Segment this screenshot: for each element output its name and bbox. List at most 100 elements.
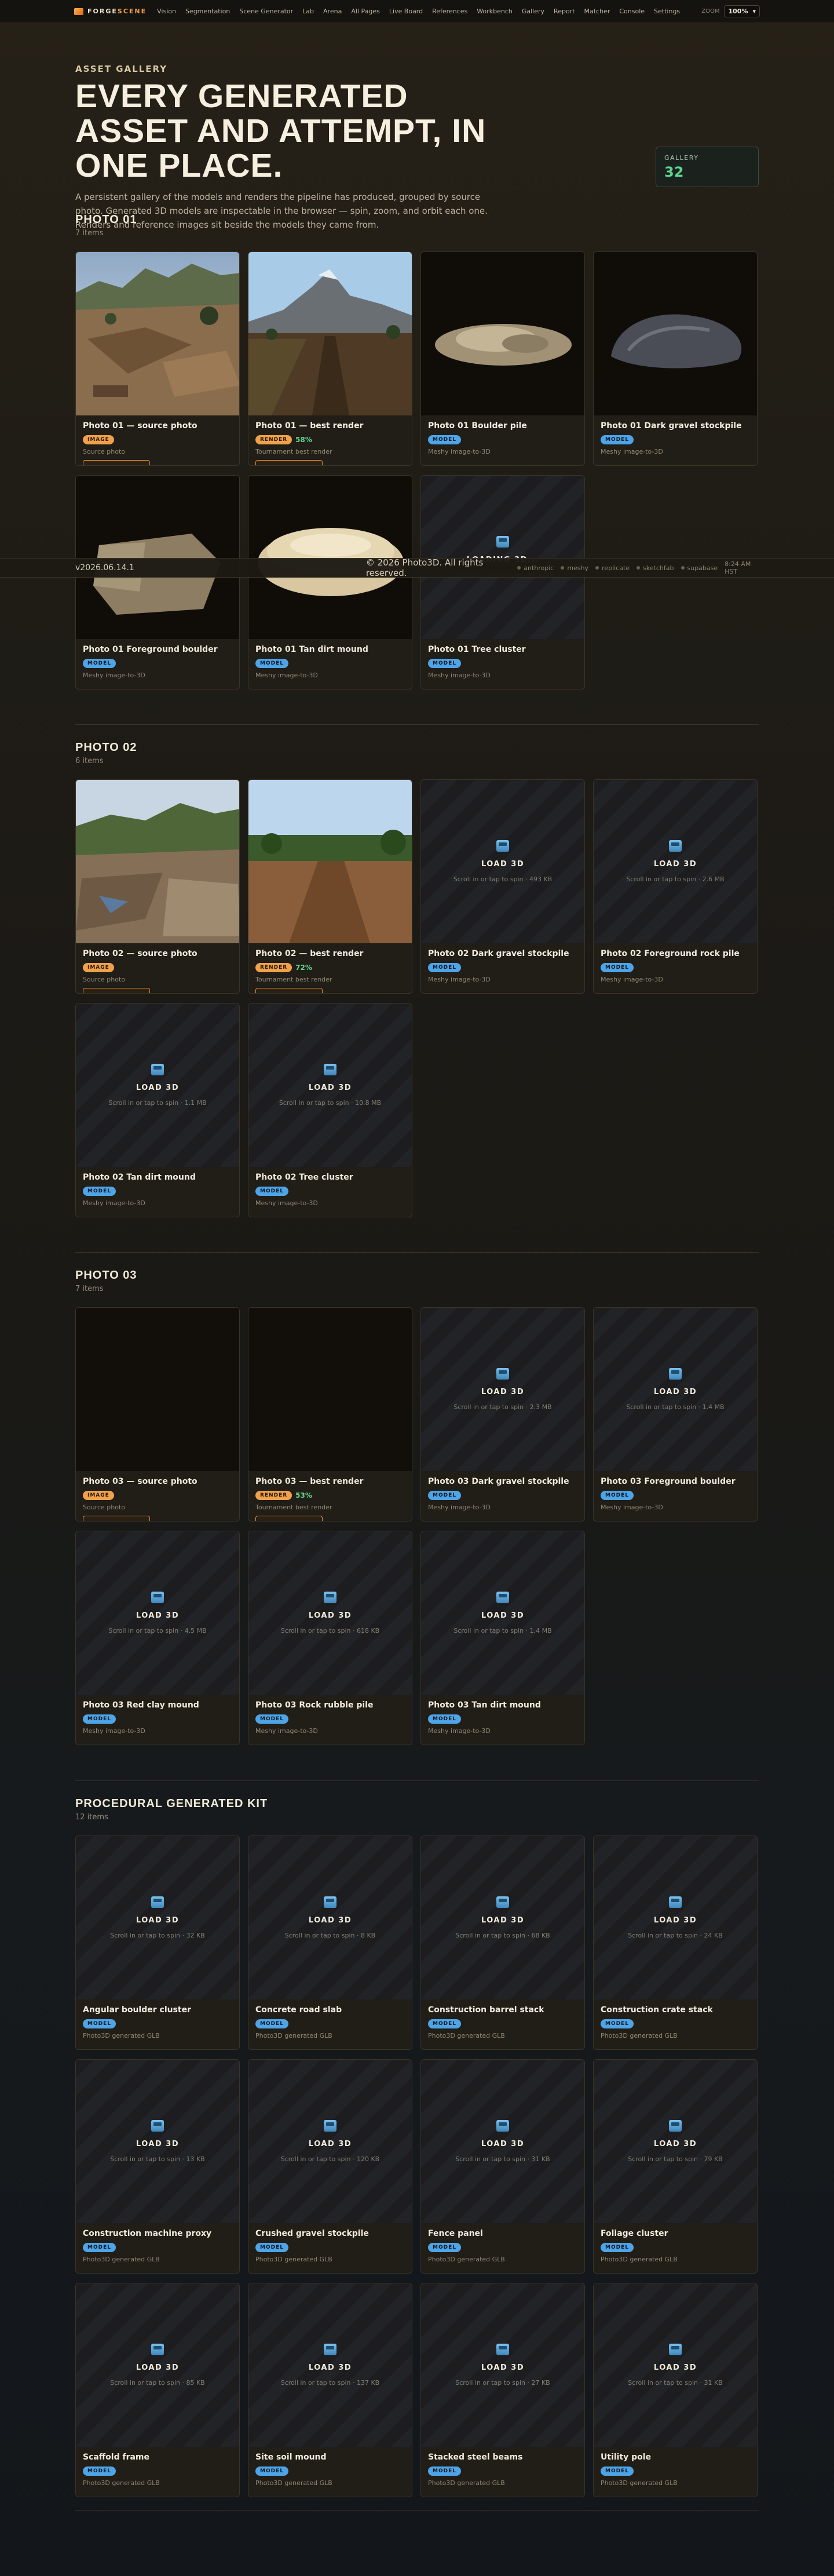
gallery-card[interactable]: LOAD 3D Scroll in or tap to spin · 13 KB… [75,2059,240,2274]
footer-link-meshy[interactable]: meshy [561,564,588,572]
nav-link-lab[interactable]: Lab [298,8,319,15]
model-viewer[interactable]: LOAD 3D Scroll in or tap to spin · 85 KB [76,2283,239,2447]
gallery-card[interactable]: Photo 01 — best render RENDER 58% Tourna… [248,251,412,466]
gallery-card[interactable]: LOAD 3D Scroll in or tap to spin · 27 KB… [420,2283,585,2497]
load-3d-label[interactable]: LOAD 3D [481,860,524,869]
model-viewer[interactable]: LOAD 3D Scroll in or tap to spin · 31 KB [421,2060,584,2223]
load-3d-label[interactable]: LOAD 3D [309,2140,352,2148]
gallery-card[interactable]: Photo 01 — source photo IMAGE Source pho… [75,251,240,466]
load-3d-label[interactable]: LOAD 3D [309,1083,352,1092]
model-viewer[interactable]: LOAD 3D Scroll in or tap to spin · 493 K… [421,780,584,943]
load-3d-label[interactable]: LOAD 3D [654,2363,697,2372]
gallery-card[interactable]: LOAD 3D Scroll in or tap to spin · 618 K… [248,1531,412,1745]
card-thumbnail[interactable] [421,252,584,415]
load-3d-label[interactable]: LOAD 3D [136,1083,179,1092]
model-viewer[interactable]: LOAD 3D Scroll in or tap to spin · 79 KB [594,2060,757,2223]
zoom-select[interactable]: 100% ▾ [724,5,760,17]
footer-link-anthropic[interactable]: anthropic [517,564,554,572]
model-viewer[interactable]: LOAD 3D Scroll in or tap to spin · 1.4 M… [594,1308,757,1471]
footer-link-supabase[interactable]: supabase [681,564,718,572]
gallery-card[interactable]: Photo 03 — best render RENDER 53% Tourna… [248,1307,412,1521]
gallery-card[interactable]: LOAD 3D Scroll in or tap to spin · 85 KB… [75,2283,240,2497]
load-3d-label[interactable]: LOAD 3D [309,1611,352,1620]
load-3d-label[interactable]: LOAD 3D [136,2363,179,2372]
gallery-card[interactable]: Photo 02 — best render RENDER 72% Tourna… [248,779,412,994]
gallery-card[interactable]: LOAD 3D Scroll in or tap to spin · 4.5 M… [75,1531,240,1745]
load-3d-label[interactable]: LOAD 3D [481,2363,524,2372]
gallery-card[interactable]: LOAD 3D Scroll in or tap to spin · 120 K… [248,2059,412,2274]
gallery-card[interactable]: LOAD 3D Scroll in or tap to spin · 1.1 M… [75,1003,240,1217]
gallery-card[interactable]: LOAD 3D Scroll in or tap to spin · 8 KB … [248,1836,412,2050]
gallery-card[interactable]: LOAD 3D Scroll in or tap to spin · 31 KB… [593,2283,758,2497]
model-viewer[interactable]: LOAD 3D Scroll in or tap to spin · 4.5 M… [76,1531,239,1695]
card-thumbnail[interactable] [76,1308,239,1471]
model-viewer[interactable]: LOAD 3D Scroll in or tap to spin · 8 KB [248,1836,412,1999]
nav-link-gallery[interactable]: Gallery [517,8,549,15]
model-viewer[interactable]: LOAD 3D Scroll in or tap to spin · 1.1 M… [76,1004,239,1167]
gallery-card[interactable]: LOAD 3D Scroll in or tap to spin · 10.8 … [248,1003,412,1217]
nav-link-references[interactable]: References [427,8,472,15]
footer-link-sketchfab[interactable]: sketchfab [637,564,674,572]
model-viewer[interactable]: LOAD 3D Scroll in or tap to spin · 24 KB [594,1836,757,1999]
model-viewer[interactable]: LOAD 3D Scroll in or tap to spin · 68 KB [421,1836,584,1999]
card-thumbnail[interactable] [76,476,239,639]
card-thumbnail[interactable] [248,780,412,943]
gallery-card[interactable]: LOAD 3D Scroll in or tap to spin · 24 KB… [593,1836,758,2050]
nav-link-arena[interactable]: Arena [319,8,346,15]
gallery-card[interactable]: Photo 03 — source photo IMAGE Source pho… [75,1307,240,1521]
nav-link-workbench[interactable]: Workbench [472,8,517,15]
load-3d-label[interactable]: LOAD 3D [136,2140,179,2148]
convert-to-3d-button[interactable]: Convert to 3D [255,460,323,465]
gallery-card[interactable]: Photo 01 Foreground boulder MODEL Meshy … [75,475,240,689]
gallery-card[interactable]: LOAD 3D Scroll in or tap to spin · 32 KB… [75,1836,240,2050]
convert-to-3d-button[interactable]: Convert to 3D [83,460,150,465]
convert-to-3d-button[interactable]: Convert to 3D [83,988,150,993]
load-3d-label[interactable]: LOAD 3D [481,1611,524,1620]
load-3d-label[interactable]: LOAD 3D [654,860,697,869]
gallery-card[interactable]: Photo 01 Boulder pile MODEL Meshy image-… [420,251,585,466]
load-3d-label[interactable]: LOAD 3D [654,1916,697,1925]
load-3d-label[interactable]: LOAD 3D [654,2140,697,2148]
gallery-card[interactable]: Photo 01 Dark gravel stockpile MODEL Mes… [593,251,758,466]
nav-link-matcher[interactable]: Matcher [580,8,615,15]
nav-link-scene-generator[interactable]: Scene Generator [235,8,298,15]
gallery-card[interactable]: LOAD 3D Scroll in or tap to spin · 68 KB… [420,1836,585,2050]
load-3d-label[interactable]: LOAD 3D [481,1916,524,1925]
nav-link-vision[interactable]: Vision [152,8,181,15]
gallery-card[interactable]: LOAD 3D Scroll in or tap to spin · 1.4 M… [420,1531,585,1745]
gallery-card[interactable]: LOAD 3D Scroll in or tap to spin · 493 K… [420,779,585,994]
model-viewer[interactable]: LOAD 3D Scroll in or tap to spin · 2.6 M… [594,780,757,943]
nav-link-live-board[interactable]: Live Board [385,8,427,15]
model-viewer[interactable]: LOAD 3D Scroll in or tap to spin · 2.3 M… [421,1308,584,1471]
footer-link-replicate[interactable]: replicate [595,564,630,572]
model-viewer[interactable]: LOAD 3D Scroll in or tap to spin · 13 KB [76,2060,239,2223]
load-3d-label[interactable]: LOAD 3D [309,2363,352,2372]
gallery-card[interactable]: LOAD 3D Scroll in or tap to spin · 79 KB… [593,2059,758,2274]
gallery-card[interactable]: Photo 01 Tan dirt mound MODEL Meshy imag… [248,475,412,689]
gallery-card[interactable]: LOAD 3D Scroll in or tap to spin · 31 KB… [420,2059,585,2274]
gallery-card[interactable]: LOAD 3D Scroll in or tap to spin · 2.6 M… [593,779,758,994]
gallery-card[interactable]: Photo 02 — source photo IMAGE Source pho… [75,779,240,994]
nav-link-report[interactable]: Report [549,8,579,15]
model-viewer[interactable]: LOAD 3D Scroll in or tap to spin · 1.4 M… [421,1531,584,1695]
card-thumbnail[interactable] [76,780,239,943]
gallery-card[interactable]: LOAD 3D Scroll in or tap to spin · 137 K… [248,2283,412,2497]
load-3d-label[interactable]: LOAD 3D [136,1916,179,1925]
brand-logo[interactable]: FORGESCENE [74,8,147,15]
convert-to-3d-button[interactable]: Convert to 3D [83,1516,150,1521]
card-thumbnail[interactable] [594,252,757,415]
nav-link-segmentation[interactable]: Segmentation [181,8,235,15]
card-thumbnail[interactable] [248,252,412,415]
model-viewer[interactable]: LOAD 3D Scroll in or tap to spin · 137 K… [248,2283,412,2447]
model-viewer[interactable]: LOAD 3D Scroll in or tap to spin · 32 KB [76,1836,239,1999]
gallery-card[interactable]: LOAD 3D Scroll in or tap to spin · 2.3 M… [420,1307,585,1521]
model-viewer[interactable]: LOAD 3D Scroll in or tap to spin · 27 KB [421,2283,584,2447]
model-viewer[interactable]: LOAD 3D Scroll in or tap to spin · 31 KB [594,2283,757,2447]
model-viewer[interactable]: LOAD 3D Scroll in or tap to spin · 618 K… [248,1531,412,1695]
convert-to-3d-button[interactable]: Convert to 3D [255,1516,323,1521]
model-viewer[interactable]: LOAD 3D Scroll in or tap to spin · 10.8 … [248,1004,412,1167]
nav-link-settings[interactable]: Settings [649,8,685,15]
nav-link-all-pages[interactable]: All Pages [346,8,385,15]
load-3d-label[interactable]: LOAD 3D [654,1388,697,1396]
load-3d-label[interactable]: LOAD 3D [309,1916,352,1925]
